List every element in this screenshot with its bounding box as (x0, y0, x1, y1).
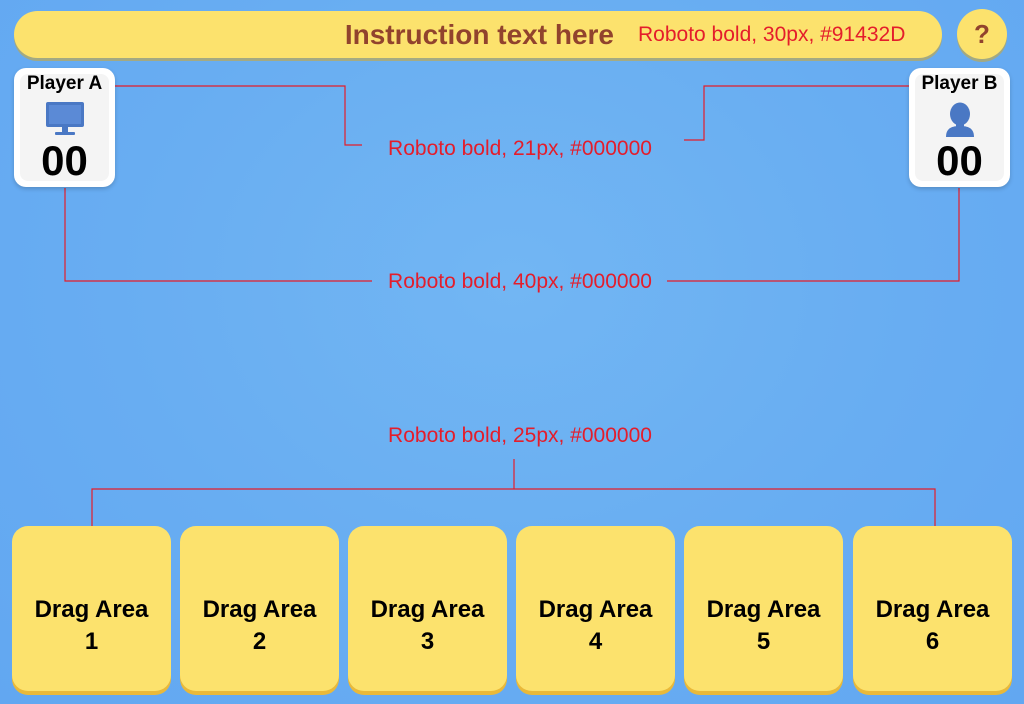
player-name-font-annotation: Roboto bold, 21px, #000000 (388, 137, 652, 160)
drag-area-title: Drag Area (34, 596, 149, 623)
drag-area-number: 2 (252, 628, 267, 655)
annotation-line-player-a-name (108, 85, 362, 146)
player-score-font-annotation: Roboto bold, 40px, #000000 (388, 270, 652, 293)
drag-area-5[interactable]: Drag Area 5 (684, 526, 843, 691)
drag-area-label: Drag Area 4 (516, 594, 675, 658)
player-b-name: Player B (921, 73, 998, 94)
instruction-text: Instruction text here (344, 19, 614, 50)
drag-area-number: 6 (925, 628, 940, 655)
player-a-card: Player A 00 (14, 68, 115, 187)
drag-area-label: Drag Area 6 (853, 594, 1012, 658)
instruction-font-annotation: Roboto bold, 30px, #91432D (638, 23, 906, 46)
drag-area-3[interactable]: Drag Area 3 (348, 526, 507, 691)
annotation-line-player-b-name (684, 85, 916, 141)
drag-area-title: Drag Area (370, 596, 485, 623)
player-a-name: Player A (26, 73, 103, 94)
drag-area-number: 4 (588, 628, 603, 655)
instruction-bar: Instruction text here Roboto bold, 30px,… (14, 11, 942, 58)
drag-area-label: Drag Area 2 (180, 594, 339, 658)
drag-area-4[interactable]: Drag Area 4 (516, 526, 675, 691)
user-icon (945, 102, 974, 137)
player-b-score: 00 (936, 137, 983, 184)
drag-label-font-annotation: Roboto bold, 25px, #000000 (388, 424, 652, 447)
player-b-card: Player B 00 (909, 68, 1010, 187)
drag-area-1[interactable]: Drag Area 1 (12, 526, 171, 691)
player-a-score: 00 (41, 137, 88, 184)
drag-area-label: Drag Area 5 (684, 594, 843, 658)
drag-area-title: Drag Area (538, 596, 653, 623)
annotation-line-player-b-score (667, 188, 960, 282)
drag-area-title: Drag Area (202, 596, 317, 623)
drag-area-number: 1 (84, 628, 99, 655)
drag-area-2[interactable]: Drag Area 2 (180, 526, 339, 691)
drag-area-title: Drag Area (706, 596, 821, 623)
drag-area-6[interactable]: Drag Area 6 (853, 526, 1012, 691)
drag-area-title: Drag Area (875, 596, 990, 623)
help-button[interactable]: ? (957, 9, 1007, 59)
drag-area-number: 3 (420, 628, 435, 655)
drag-area-number: 5 (756, 628, 771, 655)
annotation-line-player-a-score (64, 188, 372, 282)
drag-area-label: Drag Area 3 (348, 594, 507, 658)
monitor-icon (45, 102, 84, 135)
drag-area-label: Drag Area 1 (12, 594, 171, 658)
